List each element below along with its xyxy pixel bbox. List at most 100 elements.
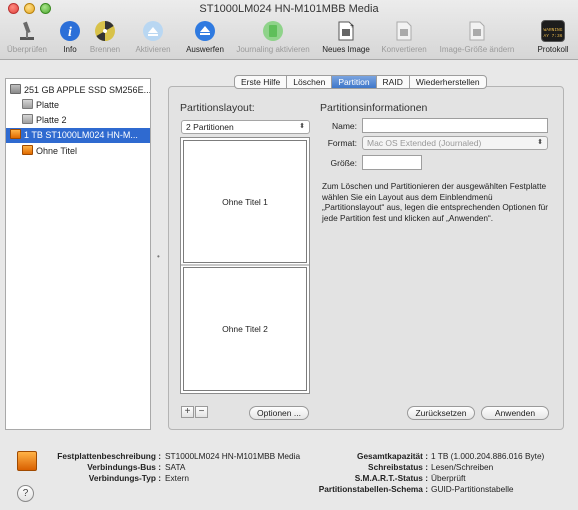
partition-layout-title: Partitionslayout: bbox=[180, 102, 255, 114]
volume-icon bbox=[22, 114, 33, 124]
window-toolbar: ST1000LM024 HN-M101MBB Media Überprüfen … bbox=[0, 0, 578, 60]
name-label: Name: bbox=[331, 121, 357, 131]
tab-partition[interactable]: Partition bbox=[332, 76, 377, 88]
burn-icon bbox=[94, 20, 116, 42]
toolbar-label: Aktivieren bbox=[135, 45, 171, 54]
partition-block-2[interactable]: Ohne Titel 2 bbox=[183, 267, 307, 391]
info-icon: i bbox=[59, 20, 81, 42]
title-bar: ST1000LM024 HN-M101MBB Media bbox=[0, 0, 578, 18]
toolbar-label: Journaling aktivieren bbox=[236, 45, 310, 54]
toolbar-eject-button[interactable]: Auswerfen bbox=[182, 20, 228, 58]
format-value: Mac OS Extended (Journaled) bbox=[367, 138, 482, 148]
new-image-icon: + bbox=[335, 20, 357, 42]
footer-value: GUID-Partitionstabelle bbox=[431, 484, 514, 494]
sidebar-item-platte[interactable]: Platte bbox=[6, 98, 150, 113]
log-icon: WARNING AY 7:36 bbox=[541, 20, 565, 42]
toolbar-label: Auswerfen bbox=[186, 45, 224, 54]
split-view-handle[interactable]: • bbox=[157, 252, 161, 261]
external-volume-icon bbox=[22, 145, 33, 155]
toolbar-label: Protokoll bbox=[537, 45, 569, 54]
footer-key: Schreibstatus : bbox=[368, 462, 428, 472]
partition-layout-map[interactable]: Ohne Titel 1 Ohne Titel 2 bbox=[180, 137, 310, 394]
toolbar-verify-button[interactable]: Überprüfen bbox=[2, 20, 52, 58]
format-label: Format: bbox=[327, 138, 357, 148]
popup-arrows-icon: ⬍ bbox=[537, 139, 543, 146]
sidebar-item-label: Platte 2 bbox=[36, 115, 67, 125]
tab-raid[interactable]: RAID bbox=[377, 76, 410, 88]
toolbar-burn-button[interactable]: Brennen bbox=[87, 20, 123, 58]
disk-sidebar[interactable]: 251 GB APPLE SSD SM256E... Platte Platte… bbox=[5, 78, 151, 430]
footer-key: Verbindungs-Bus : bbox=[87, 462, 161, 472]
toolbar-info-button[interactable]: i Info bbox=[55, 20, 85, 58]
sidebar-item-platte-2[interactable]: Platte 2 bbox=[6, 113, 150, 128]
partition-name-field[interactable] bbox=[362, 118, 548, 133]
apply-button[interactable]: Anwenden bbox=[481, 406, 549, 420]
toolbar-label: Info bbox=[63, 45, 77, 54]
footer-value: ST1000LM024 HN-M101MBB Media bbox=[165, 451, 301, 461]
partition-help-text: Zum Löschen und Partitionieren der ausge… bbox=[322, 181, 549, 223]
toolbar-label: Image-Größe ändern bbox=[439, 45, 515, 54]
partition-info-title: Partitionsinformationen bbox=[320, 102, 428, 114]
help-button[interactable]: ? bbox=[17, 485, 34, 502]
footer-value: Lesen/Schreiben bbox=[431, 462, 494, 472]
svg-text:+: + bbox=[350, 23, 354, 30]
footer-value: Extern bbox=[165, 473, 189, 483]
format-popup[interactable]: Mac OS Extended (Journaled) ⬍ bbox=[362, 136, 548, 150]
remove-partition-button[interactable]: − bbox=[195, 406, 208, 418]
partition-layout-value: 2 Partitionen bbox=[186, 122, 234, 132]
partition-size-field[interactable] bbox=[362, 155, 422, 170]
tab-erase[interactable]: Löschen bbox=[287, 76, 333, 88]
footer-value: 1 TB (1.000.204.886.016 Byte) bbox=[431, 451, 545, 461]
external-disk-icon bbox=[10, 129, 21, 139]
microscope-icon bbox=[16, 20, 38, 42]
toolbar-new-image-button[interactable]: + Neues Image bbox=[319, 20, 373, 58]
sidebar-item-label: Platte bbox=[36, 100, 60, 110]
sidebar-item-label: Ohne Titel bbox=[36, 146, 78, 156]
partition-block-1[interactable]: Ohne Titel 1 bbox=[183, 140, 307, 263]
external-disk-icon bbox=[17, 451, 37, 471]
tab-restore[interactable]: Wiederherstellen bbox=[410, 76, 486, 88]
partition-block-label: Ohne Titel 1 bbox=[222, 196, 268, 207]
svg-text:AY 7:36: AY 7:36 bbox=[544, 33, 563, 39]
resize-image-icon bbox=[466, 20, 488, 42]
convert-icon bbox=[393, 20, 415, 42]
footer-key: Gesamtkapazität : bbox=[356, 451, 428, 461]
hard-disk-icon bbox=[10, 84, 21, 94]
toolbar-label: Überprüfen bbox=[6, 45, 48, 54]
toolbar-label: Konvertieren bbox=[381, 45, 427, 54]
tab-bar: Erste Hilfe Löschen Partition RAID Wiede… bbox=[234, 75, 487, 89]
popup-arrows-icon: ⬍ bbox=[299, 123, 305, 130]
footer-key: S.M.A.R.T.-Status : bbox=[354, 473, 428, 483]
toolbar-convert-button[interactable]: Konvertieren bbox=[376, 20, 432, 58]
partition-resize-divider[interactable] bbox=[181, 264, 309, 266]
toolbar-mount-button[interactable]: Aktivieren bbox=[130, 20, 176, 58]
tab-first-aid[interactable]: Erste Hilfe bbox=[235, 76, 288, 88]
add-partition-button[interactable]: + bbox=[181, 406, 194, 418]
toolbar-journaling-button[interactable]: Journaling aktivieren bbox=[230, 20, 316, 58]
sidebar-item-ssd[interactable]: 251 GB APPLE SSD SM256E... bbox=[6, 83, 150, 98]
mount-icon bbox=[142, 20, 164, 42]
journaling-icon bbox=[262, 20, 284, 42]
toolbar-resize-image-button[interactable]: Image-Größe ändern bbox=[434, 20, 520, 58]
volume-icon bbox=[22, 99, 33, 109]
partition-layout-popup[interactable]: 2 Partitionen ⬍ bbox=[181, 120, 310, 134]
footer-key: Festplattenbeschreibung : bbox=[57, 451, 161, 461]
partition-block-label: Ohne Titel 2 bbox=[222, 324, 268, 334]
footer-key: Partitionstabellen-Schema : bbox=[318, 484, 428, 494]
options-button[interactable]: Optionen ... bbox=[249, 406, 309, 420]
size-label: Größe: bbox=[330, 158, 357, 168]
eject-icon bbox=[194, 20, 216, 42]
sidebar-item-label: 251 GB APPLE SSD SM256E... bbox=[24, 85, 150, 95]
toolbar-label: Neues Image bbox=[322, 45, 370, 54]
toolbar-label: Brennen bbox=[89, 45, 121, 54]
revert-button[interactable]: Zurücksetzen bbox=[407, 406, 475, 420]
sidebar-item-ohne-titel[interactable]: Ohne Titel bbox=[6, 144, 150, 159]
footer-value: Überprüft bbox=[431, 473, 466, 483]
sidebar-item-label: 1 TB ST1000LM024 HN-M... bbox=[24, 130, 138, 140]
svg-text:WARNING: WARNING bbox=[544, 27, 563, 33]
svg-text:i: i bbox=[68, 25, 72, 40]
toolbar-log-button[interactable]: WARNING AY 7:36 Protokoll bbox=[532, 20, 574, 58]
footer-key: Verbindungs-Typ : bbox=[88, 473, 161, 483]
sidebar-item-external-disk[interactable]: 1 TB ST1000LM024 HN-M... bbox=[6, 128, 150, 143]
footer-value: SATA bbox=[165, 462, 186, 472]
